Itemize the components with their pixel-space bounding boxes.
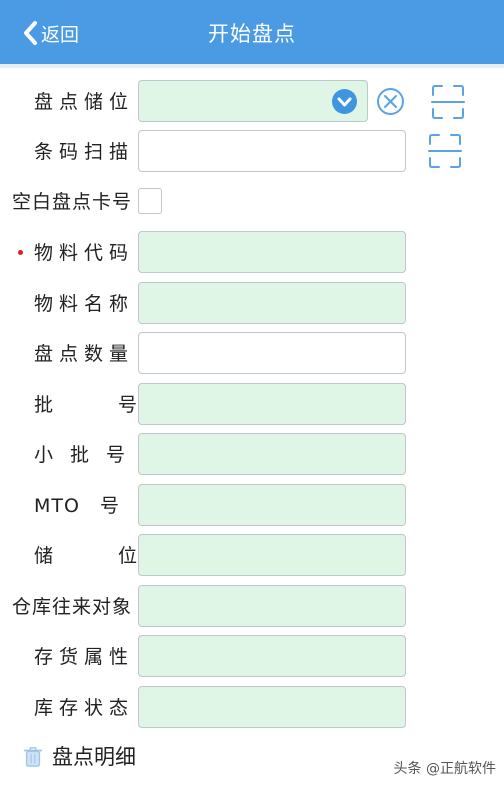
count-qty-label: 盘点数量 [34,343,135,365]
form-row-material-name: 物料名称 [0,282,504,326]
blank-card-checkbox[interactable] [138,188,162,214]
form-row-counterparty: 仓库往来对象 [0,585,504,629]
mto-field[interactable] [138,484,406,526]
form-row-location: 储 位 [0,534,504,578]
counterparty-field[interactable] [138,585,406,627]
mto-label: MTO 号 [34,495,120,517]
detail-section-button[interactable]: 盘点明细 [22,738,136,774]
form-row-batch: 批 号 [0,383,504,427]
form-row-sub-batch: 小批号 [0,433,504,477]
dropdown-button[interactable] [332,89,357,114]
form-row-stock-status: 库存状态 [0,686,504,730]
header-divider [0,64,504,68]
scan-frame-icon[interactable] [431,84,465,120]
material-name-label: 物料名称 [34,293,135,315]
watermark: 头条 @正航软件 [393,761,496,777]
sub-batch-label: 小批号 [34,444,143,466]
form-row-mto: MTO 号 [0,484,504,528]
location-field[interactable] [138,534,406,576]
form-row-inventory-attr: 存货属性 [0,635,504,679]
bin-select[interactable] [138,80,368,122]
scan-frame-icon[interactable] [428,133,462,169]
barcode-label: 条码扫描 [34,141,135,163]
sub-batch-field[interactable] [138,433,406,475]
blank-card-label: 空白盘点卡号 [12,191,133,213]
material-name-field[interactable] [138,282,406,324]
form-row-barcode: 条码扫描 [0,130,504,174]
material-code-field[interactable] [138,231,406,273]
barcode-input[interactable] [138,130,406,172]
count-qty-input[interactable] [138,332,406,374]
trash-icon [23,747,43,767]
material-code-label: 物料代码 [34,242,135,264]
stock-status-field[interactable] [138,686,406,728]
inventory-attr-field[interactable] [138,635,406,677]
app-header: 返回 开始盘点 [0,0,504,64]
form-row-bin: 盘点储位 [0,80,504,124]
required-indicator [18,250,23,255]
stock-status-label: 库存状态 [34,697,135,719]
detail-label: 盘点明细 [52,745,136,769]
form-row-material-code: 物料代码 [0,231,504,275]
counterparty-label: 仓库往来对象 [12,596,133,618]
chevron-down-icon [337,97,352,107]
inventory-attr-label: 存货属性 [34,646,135,668]
batch-field[interactable] [138,383,406,425]
page-title: 开始盘点 [208,22,296,46]
clear-circle-icon[interactable] [376,87,405,116]
bin-label: 盘点储位 [34,91,135,113]
form-row-blank-card: 空白盘点卡号 [0,180,504,224]
form-row-count-qty: 盘点数量 [0,332,504,376]
